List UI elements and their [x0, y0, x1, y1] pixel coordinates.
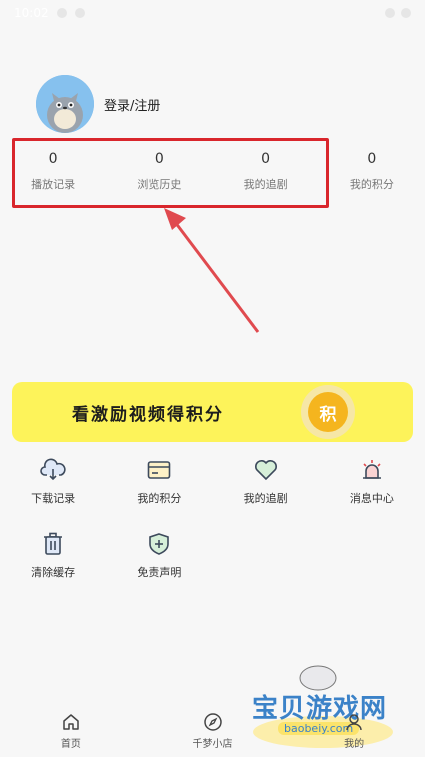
grid-item-message-center[interactable]: 消息中心	[319, 456, 425, 506]
grid-item-download-records[interactable]: 下载记录	[0, 456, 106, 506]
nav-label: 千梦小店	[192, 739, 233, 750]
alarm-icon	[358, 456, 386, 484]
nav-label: 首页	[60, 739, 81, 750]
card-icon	[145, 456, 173, 484]
home-icon	[63, 714, 79, 730]
battery-icon	[401, 8, 411, 18]
shield-plus-icon	[145, 530, 173, 558]
trash-icon	[39, 530, 67, 558]
nav-item-home[interactable]: 首页	[0, 708, 142, 757]
settings-status-icon	[56, 8, 67, 18]
reward-video-banner[interactable]: 看激励视频得积分 积	[12, 382, 413, 442]
compass-icon	[203, 713, 222, 731]
profile-header[interactable]: 登录/注册	[36, 75, 160, 133]
annotation-arrow	[164, 208, 260, 333]
function-grid: 下载记录 我的积分 我的追剧 消息中心 清除缓存 免责声明	[0, 456, 425, 580]
banner-text: 看激励视频得积分	[72, 404, 224, 425]
grid-label: 免责声明	[137, 566, 182, 579]
heart-icon	[252, 456, 280, 484]
grid-label: 清除缓存	[31, 566, 76, 579]
wifi-icon	[385, 8, 395, 18]
grid-item-disclaimer[interactable]: 免责声明	[106, 530, 212, 580]
grid-item-clear-cache[interactable]: 清除缓存	[0, 530, 106, 580]
avatar[interactable]	[36, 75, 94, 133]
grid-item-my-series[interactable]: 我的追剧	[213, 456, 319, 506]
grid-label: 消息中心	[349, 492, 394, 505]
nav-item-mine[interactable]: 我的	[283, 708, 425, 757]
status-time: 10:02	[14, 6, 49, 20]
bottom-nav: 首页 千梦小店 我的	[0, 708, 425, 757]
stat-label: 我的积分	[349, 178, 394, 191]
points-badge: 积	[298, 382, 358, 442]
grid-label: 下载记录	[31, 492, 76, 505]
highlight-annotation	[12, 138, 329, 208]
status-bar: 10:02	[0, 0, 425, 26]
login-register-link[interactable]: 登录/注册	[104, 95, 160, 114]
points-badge-label: 积	[308, 392, 348, 432]
grid-label: 我的追剧	[243, 492, 288, 505]
user-icon	[346, 714, 362, 731]
nav-label: 我的	[344, 739, 365, 750]
stat-my-points[interactable]: 0 我的积分	[319, 148, 425, 198]
cloud-download-icon	[39, 456, 67, 484]
grid-label: 我的积分	[137, 492, 182, 505]
grid-item-my-points[interactable]: 我的积分	[106, 456, 212, 506]
stat-value: 0	[367, 151, 377, 167]
nav-item-shop[interactable]: 千梦小店	[142, 708, 284, 757]
warning-status-icon	[74, 8, 85, 18]
